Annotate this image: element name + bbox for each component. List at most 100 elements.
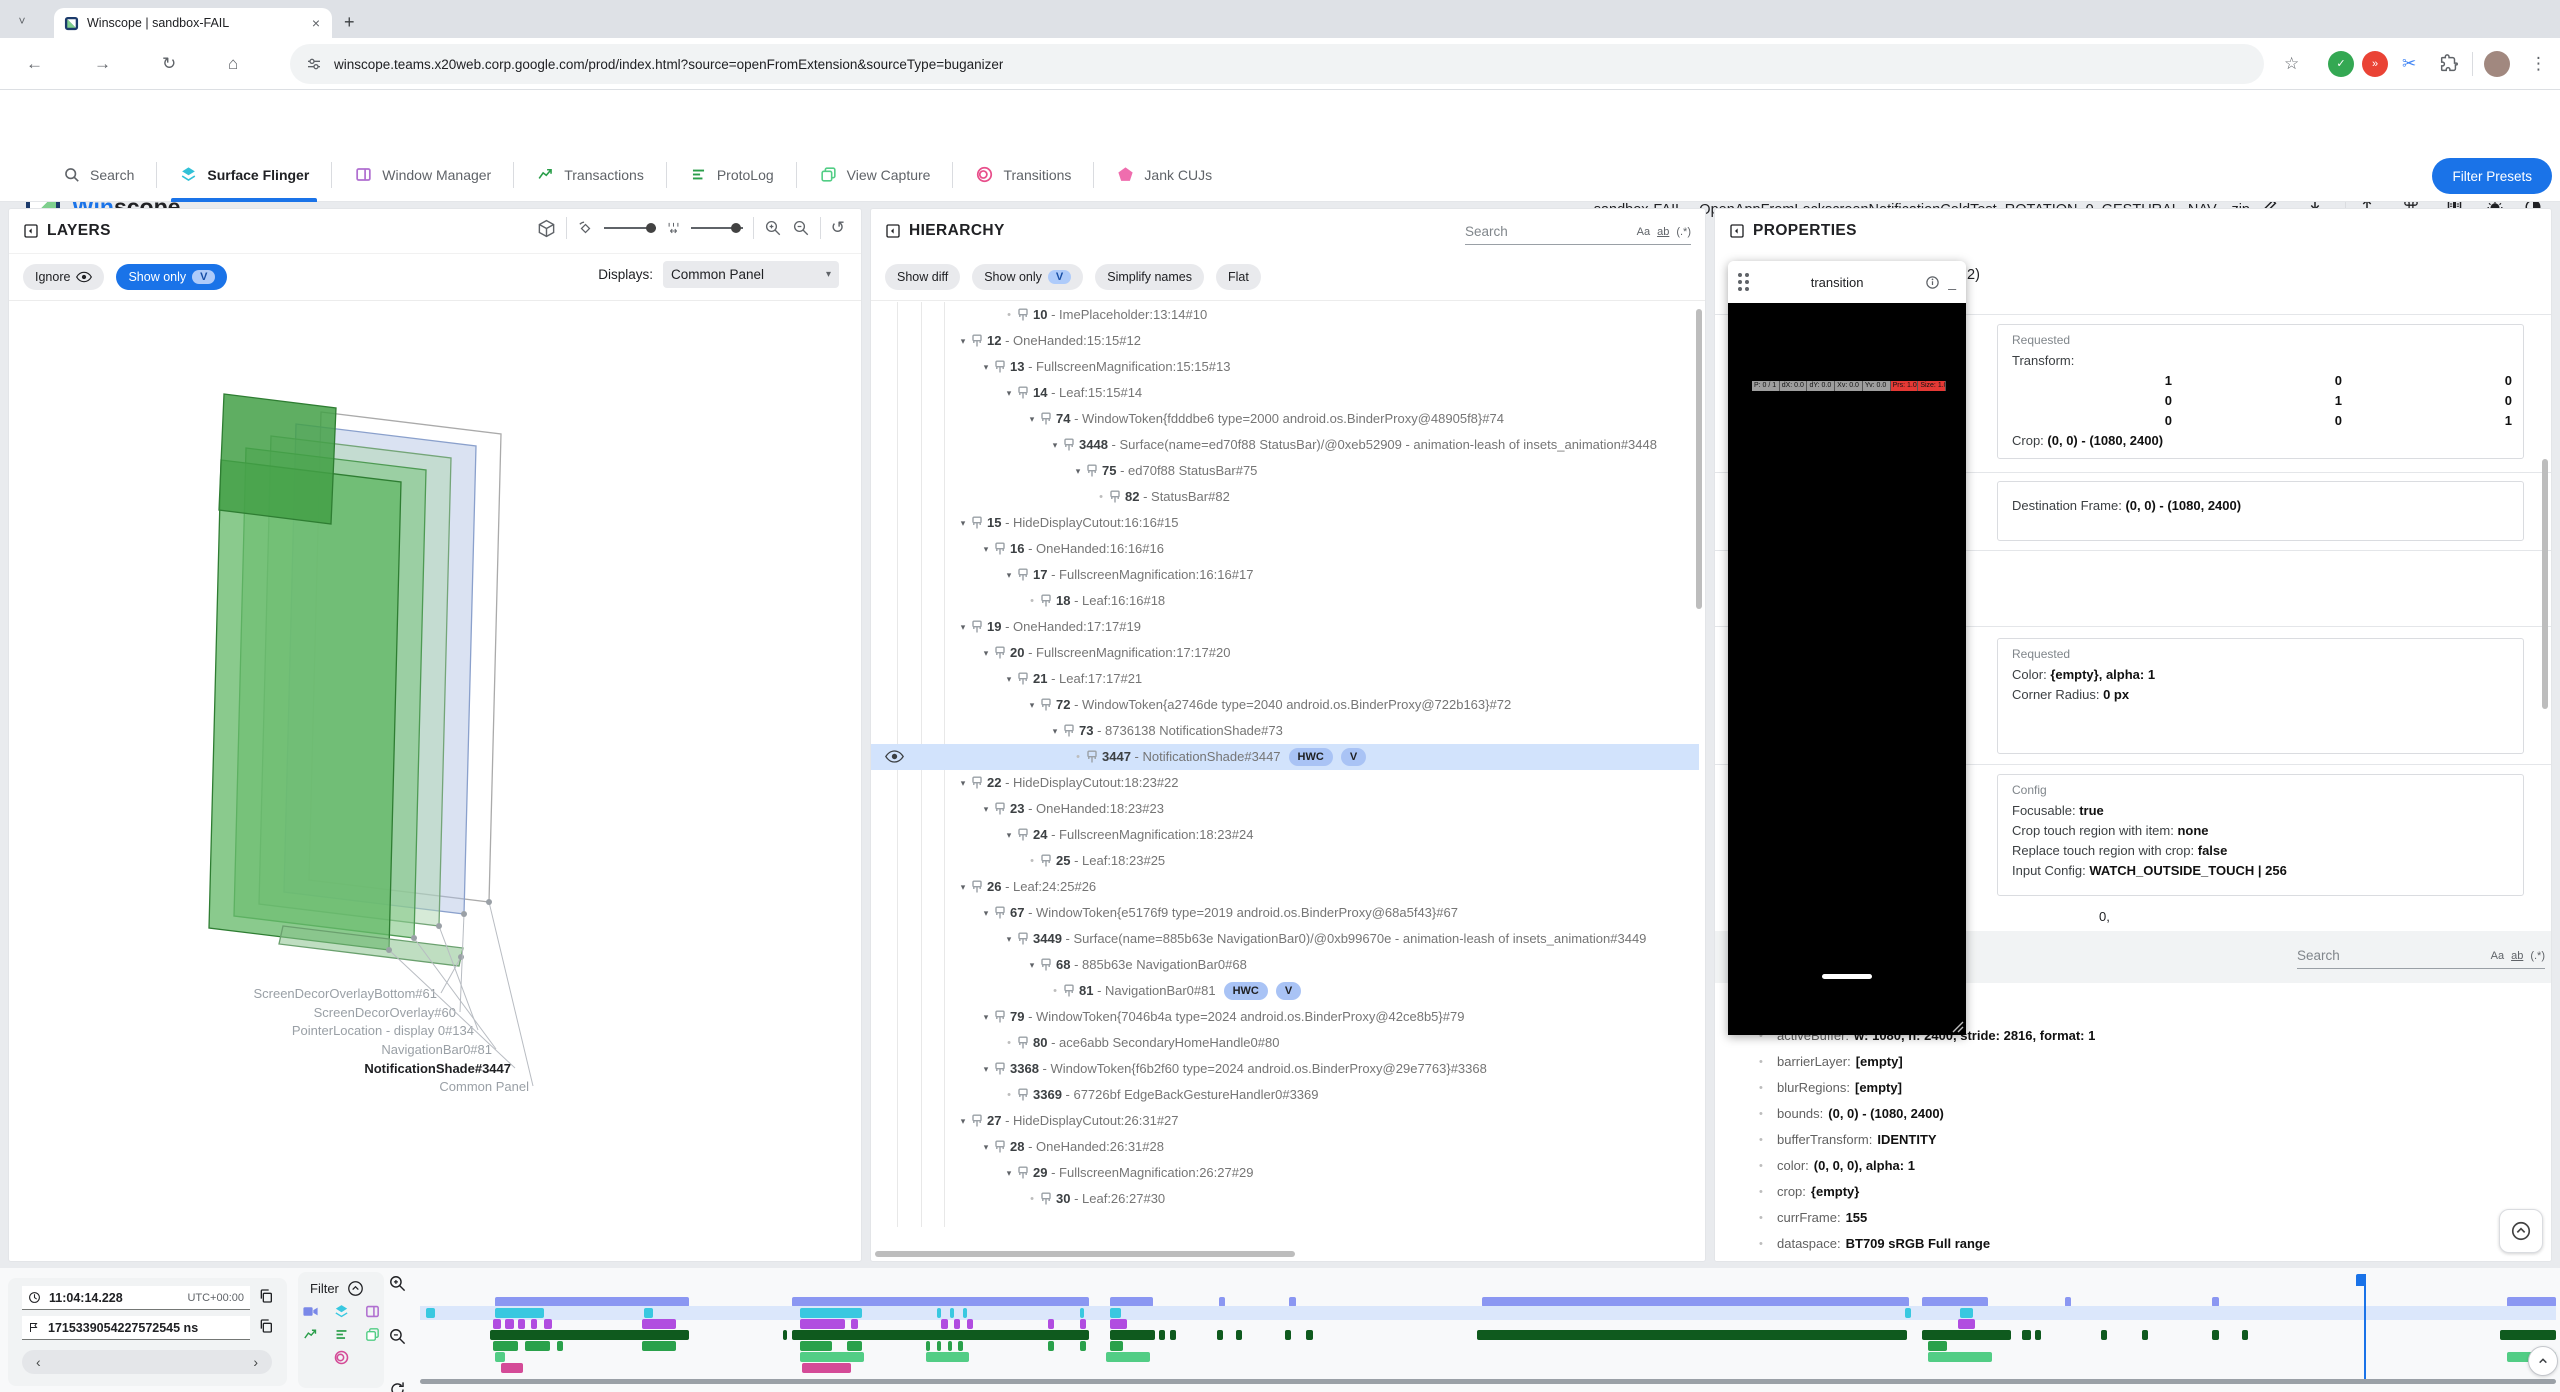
pin-icon[interactable] bbox=[1017, 672, 1029, 686]
chip-show-diff[interactable]: Show diff bbox=[885, 264, 960, 290]
human-time-field[interactable]: 11:04:14.228 UTC+00:00 bbox=[22, 1286, 250, 1310]
hierarchy-node-3448[interactable]: ▾3448 - Surface(name=ed70f88 StatusBar)/… bbox=[871, 432, 1699, 458]
hierarchy-node-28[interactable]: ▾28 - OneHanded:26:31#28 bbox=[871, 1134, 1699, 1160]
hierarchy-node-17[interactable]: ▾17 - FullscreenMagnification:16:16#17 bbox=[871, 562, 1699, 588]
pin-icon[interactable] bbox=[1017, 568, 1029, 582]
pin-icon[interactable] bbox=[994, 646, 1006, 660]
pin-icon[interactable] bbox=[1063, 984, 1075, 998]
scroll-to-top-button[interactable] bbox=[2499, 1209, 2543, 1253]
hierarchy-node-79[interactable]: ▾79 - WindowToken{7046b4a type=2024 andr… bbox=[871, 1004, 1699, 1030]
chip-show-only[interactable]: Show onlyV bbox=[972, 264, 1083, 290]
property-bufferTransform[interactable]: •bufferTransform:IDENTITY bbox=[1715, 1127, 2551, 1153]
url-bar[interactable]: winscope.teams.x20web.corp.google.com/pr… bbox=[290, 44, 2264, 84]
timeline-zoom-in-icon[interactable] bbox=[388, 1274, 407, 1293]
reload-icon[interactable]: ↻ bbox=[162, 54, 176, 74]
collapse-panel-icon[interactable] bbox=[23, 223, 39, 239]
view-capture-icon[interactable] bbox=[364, 1326, 381, 1343]
tab-jank-cujs[interactable]: Jank CUJs bbox=[1094, 148, 1234, 202]
properties-search[interactable]: Search Aa ab (.*) bbox=[2297, 943, 2545, 969]
browser-tab[interactable]: Winscope | sandbox-FAIL × bbox=[54, 8, 332, 38]
pin-icon[interactable] bbox=[994, 542, 1006, 556]
pin-icon[interactable] bbox=[1040, 412, 1052, 426]
expand-arrow-icon[interactable]: ▾ bbox=[955, 510, 971, 536]
hierarchy-node-12[interactable]: ▾12 - OneHanded:15:15#12 bbox=[871, 328, 1699, 354]
hierarchy-node-73[interactable]: ▾73 - 8736138 NotificationShade#73 bbox=[871, 718, 1699, 744]
surface-flinger-icon[interactable] bbox=[333, 1303, 350, 1320]
hierarchy-node-82[interactable]: •82 - StatusBar#82 bbox=[871, 484, 1699, 510]
expand-arrow-icon[interactable]: ▾ bbox=[1001, 822, 1017, 848]
chip-simplify-names[interactable]: Simplify names bbox=[1095, 264, 1204, 290]
properties-vertical-scrollbar[interactable] bbox=[2542, 459, 2548, 709]
tab-window-manager[interactable]: Window Manager bbox=[332, 148, 513, 202]
expand-arrow-icon[interactable]: ▾ bbox=[1070, 458, 1086, 484]
track-window-manager[interactable] bbox=[420, 1319, 2556, 1329]
hierarchy-node-3449[interactable]: ▾3449 - Surface(name=885b63e NavigationB… bbox=[871, 926, 1699, 952]
hierarchy-node-13[interactable]: ▾13 - FullscreenMagnification:15:15#13 bbox=[871, 354, 1699, 380]
pin-icon[interactable] bbox=[971, 620, 983, 634]
resize-handle-icon[interactable] bbox=[1952, 1021, 1964, 1033]
zoom-out-icon[interactable] bbox=[792, 219, 810, 237]
pin-icon[interactable] bbox=[1017, 1088, 1029, 1102]
zoom-in-icon[interactable] bbox=[764, 219, 782, 237]
next-frame-button[interactable]: › bbox=[253, 1354, 258, 1370]
expand-arrow-icon[interactable]: ▾ bbox=[955, 1108, 971, 1134]
screen-recording-icon[interactable] bbox=[302, 1303, 319, 1320]
expand-arrow-icon[interactable]: ▾ bbox=[955, 770, 971, 796]
expand-arrow-icon[interactable]: ▾ bbox=[1001, 562, 1017, 588]
hierarchy-node-75[interactable]: ▾75 - ed70f88 StatusBar#75 bbox=[871, 458, 1699, 484]
property-blurRegions[interactable]: •blurRegions:[empty] bbox=[1715, 1075, 2551, 1101]
hierarchy-node-72[interactable]: ▾72 - WindowToken{a2746de type=2040 andr… bbox=[871, 692, 1699, 718]
bookmark-star-icon[interactable]: ☆ bbox=[2284, 54, 2299, 74]
pin-icon[interactable] bbox=[1017, 308, 1029, 322]
pin-icon[interactable] bbox=[1086, 750, 1098, 764]
previous-frame-button[interactable]: ‹ bbox=[36, 1354, 41, 1370]
hierarchy-node-23[interactable]: ▾23 - OneHanded:18:23#23 bbox=[871, 796, 1699, 822]
timeline-zoom-out-icon[interactable] bbox=[388, 1327, 407, 1346]
hierarchy-node-21[interactable]: ▾21 - Leaf:17:17#21 bbox=[871, 666, 1699, 692]
expand-arrow-icon[interactable]: ▾ bbox=[1047, 718, 1063, 744]
track-view-capture[interactable] bbox=[420, 1352, 2556, 1362]
timeline-reset-zoom-icon[interactable] bbox=[388, 1380, 407, 1392]
tab-transactions[interactable]: Transactions bbox=[514, 148, 666, 202]
track-transitions[interactable] bbox=[420, 1363, 2556, 1373]
track-surface-flinger[interactable] bbox=[420, 1308, 2556, 1318]
expand-timeline-button[interactable] bbox=[2528, 1346, 2558, 1376]
property-barrierLayer[interactable]: •barrierLayer:[empty] bbox=[1715, 1049, 2551, 1075]
hierarchy-node-3369[interactable]: •3369 - 67726bf EdgeBackGestureHandler0#… bbox=[871, 1082, 1699, 1108]
expand-arrow-icon[interactable]: ▾ bbox=[978, 640, 994, 666]
info-icon[interactable] bbox=[1925, 275, 1940, 290]
property-currFrame[interactable]: •currFrame:155 bbox=[1715, 1205, 2551, 1231]
scissors-extension-icon[interactable]: ✂ bbox=[2402, 54, 2416, 74]
expand-arrow-icon[interactable]: ▾ bbox=[978, 1004, 994, 1030]
hierarchy-node-16[interactable]: ▾16 - OneHanded:16:16#16 bbox=[871, 536, 1699, 562]
filter-presets-button[interactable]: Filter Presets bbox=[2432, 158, 2552, 194]
pin-icon[interactable] bbox=[1017, 828, 1029, 842]
expand-arrow-icon[interactable]: ▾ bbox=[1024, 406, 1040, 432]
hierarchy-vertical-scrollbar[interactable] bbox=[1696, 309, 1702, 609]
hierarchy-node-14[interactable]: ▾14 - Leaf:15:15#14 bbox=[871, 380, 1699, 406]
pin-icon[interactable] bbox=[1040, 594, 1052, 608]
transactions-icon[interactable] bbox=[302, 1326, 319, 1343]
expand-arrow-icon[interactable]: ▾ bbox=[978, 1056, 994, 1082]
pin-icon[interactable] bbox=[994, 1010, 1006, 1024]
expand-arrow-icon[interactable]: ▾ bbox=[1001, 380, 1017, 406]
ignore-chip[interactable]: Ignore bbox=[23, 264, 104, 290]
hierarchy-node-22[interactable]: ▾22 - HideDisplayCutout:18:23#22 bbox=[871, 770, 1699, 796]
hierarchy-search[interactable]: Search Aa ab (.*) bbox=[1465, 219, 1691, 245]
expand-arrow-icon[interactable]: ▾ bbox=[1001, 926, 1017, 952]
pin-icon[interactable] bbox=[971, 516, 983, 530]
back-icon[interactable]: ← bbox=[26, 54, 43, 74]
hierarchy-node-3368[interactable]: ▾3368 - WindowToken{f6b2f60 type=2024 an… bbox=[871, 1056, 1699, 1082]
tab-close-icon[interactable]: × bbox=[310, 15, 322, 31]
copy-icon[interactable] bbox=[258, 1318, 274, 1334]
hierarchy-node-15[interactable]: ▾15 - HideDisplayCutout:16:16#15 bbox=[871, 510, 1699, 536]
collapse-panel-icon[interactable] bbox=[885, 223, 901, 239]
hierarchy-node-30[interactable]: •30 - Leaf:26:27#30 bbox=[871, 1186, 1699, 1212]
track-protolog[interactable] bbox=[420, 1341, 2556, 1351]
expand-arrow-icon[interactable]: ▾ bbox=[978, 900, 994, 926]
pin-icon[interactable] bbox=[971, 334, 983, 348]
hierarchy-node-25[interactable]: •25 - Leaf:18:23#25 bbox=[871, 848, 1699, 874]
pin-icon[interactable] bbox=[994, 802, 1006, 816]
pin-icon[interactable] bbox=[971, 776, 983, 790]
pin-icon[interactable] bbox=[1109, 490, 1121, 504]
